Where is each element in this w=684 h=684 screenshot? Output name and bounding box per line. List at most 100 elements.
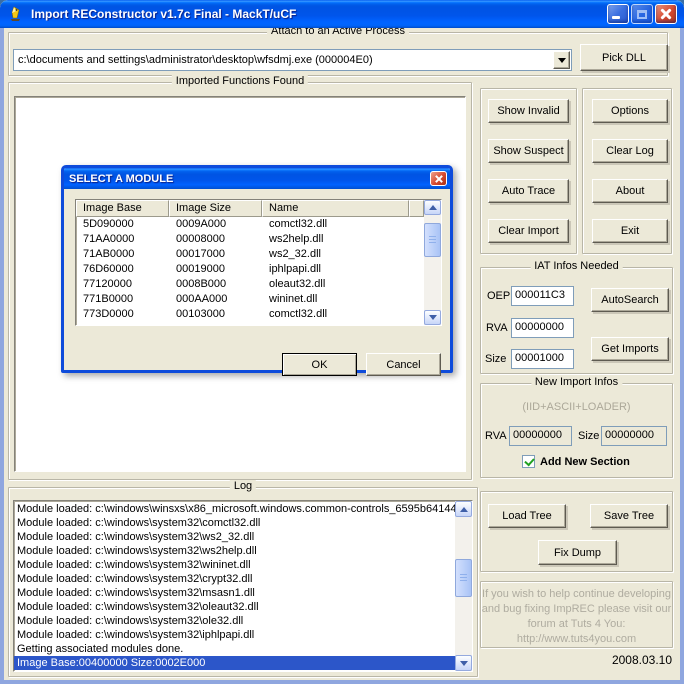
- app-icon: [7, 5, 25, 23]
- scroll-thumb[interactable]: [424, 223, 441, 257]
- module-row[interactable]: 771B0000 000AA000 wininet.dll: [76, 292, 424, 307]
- scroll-thumb[interactable]: [455, 559, 472, 597]
- build-date: 2008.03.10: [480, 653, 672, 667]
- cell-name: ws2help.dll: [262, 232, 409, 247]
- log-entry[interactable]: Module loaded: c:\windows\system32\ws2he…: [14, 544, 472, 558]
- log-legend: Log: [230, 480, 256, 492]
- dialog-body: Image Base Image Size Name 5D090000 0009…: [64, 189, 450, 370]
- dialog-title: SELECT A MODULE: [64, 173, 430, 185]
- arrow-up-icon: [429, 205, 437, 210]
- ni-rva-field: 00000000: [509, 426, 572, 446]
- scroll-down-button[interactable]: [424, 310, 441, 325]
- cell-image-size: 0008B000: [169, 277, 262, 292]
- clear-log-button[interactable]: Clear Log: [592, 139, 668, 163]
- module-list: Image Base Image Size Name 5D090000 0009…: [76, 200, 424, 325]
- show-invalid-button[interactable]: Show Invalid: [488, 99, 569, 123]
- column-image-base[interactable]: Image Base: [76, 200, 169, 217]
- log-entry[interactable]: Module loaded: c:\windows\system32\oleau…: [14, 600, 472, 614]
- log-entry[interactable]: Module loaded: c:\windows\system32\comct…: [14, 516, 472, 530]
- cell-image-size: 0009A000: [169, 217, 262, 232]
- module-row[interactable]: 773D0000 00103000 comctl32.dll: [76, 307, 424, 322]
- log-entry[interactable]: Module loaded: c:\windows\system32\ws2_3…: [14, 530, 472, 544]
- title-bar: Import REConstructor v1.7c Final - MackT…: [0, 0, 684, 28]
- scroll-track[interactable]: [455, 517, 472, 559]
- cancel-button[interactable]: Cancel: [366, 353, 441, 376]
- options-button[interactable]: Options: [592, 99, 668, 123]
- about-button[interactable]: About: [592, 179, 668, 203]
- add-new-section-checkbox[interactable]: [522, 455, 535, 468]
- log-entry[interactable]: Module loaded: c:\windows\system32\ole32…: [14, 614, 472, 628]
- auto-trace-button[interactable]: Auto Trace: [488, 179, 569, 203]
- module-row[interactable]: 76D60000 00019000 iphlpapi.dll: [76, 262, 424, 277]
- column-image-size[interactable]: Image Size: [169, 200, 262, 217]
- iat-rva-label: RVA: [486, 322, 508, 334]
- help-text: If you wish to help continue developing …: [481, 587, 672, 647]
- log-scrollbar[interactable]: [455, 501, 472, 671]
- exit-button[interactable]: Exit: [592, 219, 668, 243]
- combo-dropdown-button[interactable]: [553, 51, 570, 69]
- iat-rva-field[interactable]: 00000000: [511, 318, 574, 338]
- oep-field[interactable]: 000011C3: [511, 286, 574, 306]
- log-entry[interactable]: Module loaded: c:\windows\system32\crypt…: [14, 572, 472, 586]
- new-import-legend: New Import Infos: [531, 376, 622, 388]
- window-title: Import REConstructor v1.7c Final - MackT…: [31, 7, 607, 21]
- close-button[interactable]: [655, 4, 677, 24]
- module-row[interactable]: 77120000 0008B000 oleaut32.dll: [76, 277, 424, 292]
- process-path-value: c:\documents and settings\administrator\…: [14, 54, 552, 66]
- column-name[interactable]: Name: [262, 200, 409, 217]
- show-suspect-button[interactable]: Show Suspect: [488, 139, 569, 163]
- minimize-button[interactable]: [607, 4, 629, 24]
- save-tree-button[interactable]: Save Tree: [590, 504, 668, 528]
- process-combobox[interactable]: c:\documents and settings\administrator\…: [13, 49, 572, 71]
- fix-dump-button[interactable]: Fix Dump: [538, 540, 617, 565]
- get-imports-button[interactable]: Get Imports: [591, 337, 669, 361]
- iat-size-label: Size: [485, 353, 506, 365]
- scroll-down-button[interactable]: [455, 655, 472, 671]
- scroll-track[interactable]: [455, 597, 472, 655]
- ok-button[interactable]: OK: [282, 353, 357, 376]
- cell-name: oleaut32.dll: [262, 277, 409, 292]
- log-entry[interactable]: Module loaded: c:\windows\system32\winin…: [14, 558, 472, 572]
- load-tree-button[interactable]: Load Tree: [488, 504, 566, 528]
- log-entry-selected[interactable]: Image Base:00400000 Size:0002E000: [14, 656, 455, 670]
- log-listbox[interactable]: Module loaded: c:\windows\winsxs\x86_mic…: [13, 500, 473, 672]
- cell-image-base: 773D0000: [76, 307, 169, 322]
- cell-image-size: 00019000: [169, 262, 262, 277]
- autosearch-button[interactable]: AutoSearch: [591, 288, 669, 312]
- dialog-close-button[interactable]: [430, 171, 447, 186]
- help-line: http://www.tuts4you.com: [481, 632, 672, 647]
- cell-image-size: 00017000: [169, 247, 262, 262]
- iat-size-field[interactable]: 00001000: [511, 349, 574, 369]
- column-filler: [409, 200, 424, 217]
- scroll-up-button[interactable]: [424, 200, 441, 215]
- arrow-down-icon: [429, 315, 437, 320]
- cell-name: wininet.dll: [262, 292, 409, 307]
- module-row[interactable]: 71AA0000 00008000 ws2help.dll: [76, 232, 424, 247]
- window-controls: [607, 4, 677, 24]
- help-line: forum at Tuts 4 You:: [481, 617, 672, 632]
- select-module-dialog: SELECT A MODULE Image Base Image Size Na…: [61, 165, 453, 373]
- log-entry[interactable]: Getting associated modules done.: [14, 642, 472, 656]
- pick-dll-button[interactable]: Pick DLL: [580, 44, 668, 71]
- cell-image-size: 00008000: [169, 232, 262, 247]
- iat-infos-legend: IAT Infos Needed: [530, 260, 623, 272]
- module-listview: Image Base Image Size Name 5D090000 0009…: [75, 199, 442, 326]
- ni-rva-label: RVA: [485, 430, 507, 442]
- log-entry[interactable]: Module loaded: c:\windows\system32\iphlp…: [14, 628, 472, 642]
- scroll-track[interactable]: [424, 257, 441, 310]
- module-row[interactable]: 71AB0000 00017000 ws2_32.dll: [76, 247, 424, 262]
- module-list-scrollbar[interactable]: [424, 200, 441, 325]
- module-row[interactable]: 5D090000 0009A000 comctl32.dll: [76, 217, 424, 232]
- log-entry[interactable]: Module loaded: c:\windows\system32\msasn…: [14, 586, 472, 600]
- imported-functions-legend: Imported Functions Found: [172, 75, 308, 87]
- scroll-up-button[interactable]: [455, 501, 472, 517]
- ni-size-label: Size: [578, 430, 599, 442]
- cell-image-size: 00103000: [169, 307, 262, 322]
- clear-import-button[interactable]: Clear Import: [488, 219, 569, 243]
- log-entry[interactable]: Module loaded: c:\windows\winsxs\x86_mic…: [14, 502, 472, 516]
- arrow-down-icon: [460, 661, 468, 666]
- cell-image-base: 77120000: [76, 277, 169, 292]
- cell-image-base: 5D090000: [76, 217, 169, 232]
- cell-image-size: 000AA000: [169, 292, 262, 307]
- help-line: and bug fixing ImpREC please visit our: [481, 602, 672, 617]
